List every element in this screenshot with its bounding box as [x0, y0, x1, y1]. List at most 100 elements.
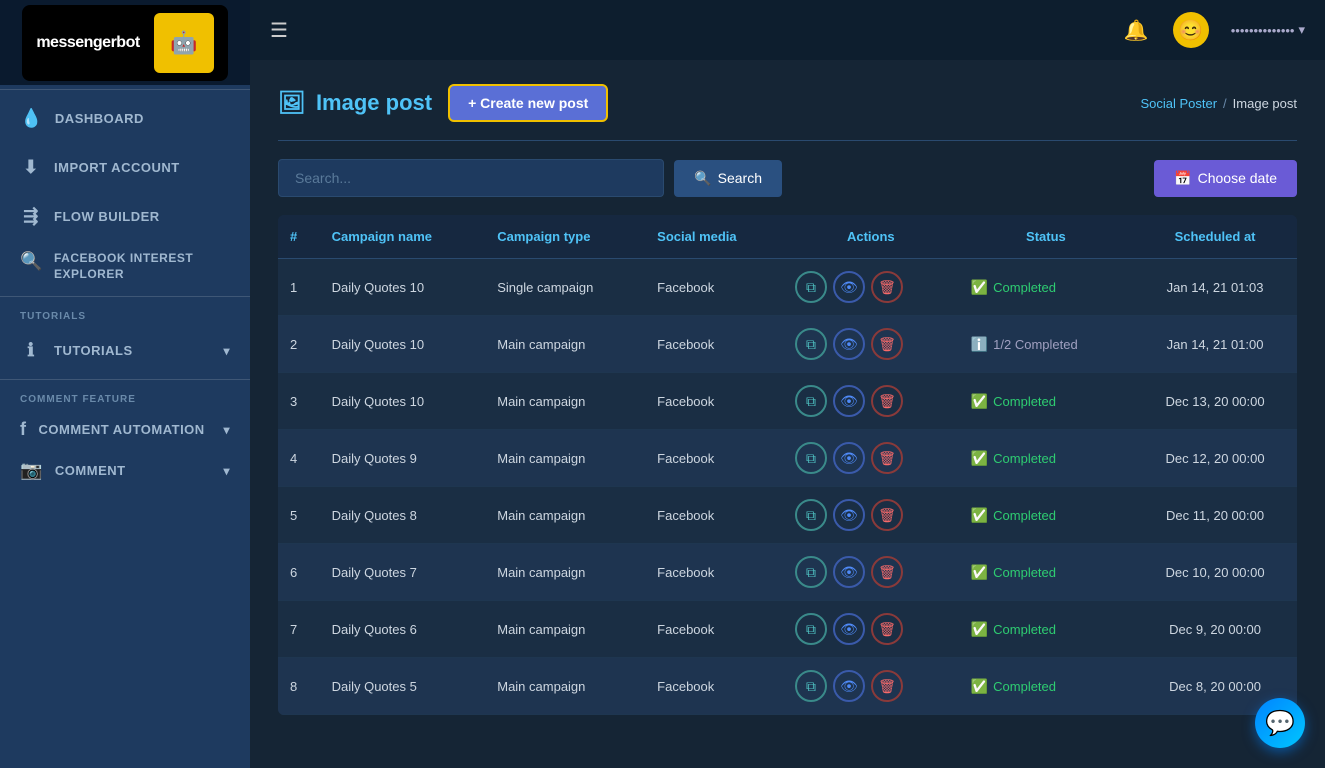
sidebar-item-import-account[interactable]: ⬇ IMPORT ACCOUNT — [0, 143, 250, 192]
actions-cell: ⧉ 👁 🗑 — [795, 385, 947, 417]
sidebar-item-label-facebook-interest: FACEBOOK INTEREST EXPLORER — [54, 251, 230, 282]
status-badge: ✅Completed — [971, 393, 1121, 410]
table-row: 3 Daily Quotes 10 Main campaign Facebook… — [278, 373, 1297, 430]
date-btn-label: Choose date — [1198, 170, 1277, 186]
topbar: ☰ 🔔 😊 •••••••••••••• ▾ — [250, 0, 1325, 60]
search-btn-icon: 🔍 — [694, 170, 711, 187]
delete-button[interactable]: 🗑 — [871, 271, 903, 303]
cell-scheduled: Dec 9, 20 00:00 — [1133, 601, 1297, 658]
topbar-username[interactable]: •••••••••••••• ▾ — [1231, 22, 1305, 38]
sidebar-item-comment[interactable]: 📷 COMMENT ▾ — [0, 450, 250, 491]
cell-campaign-name: Daily Quotes 7 — [320, 544, 486, 601]
comment-automation-icon: f — [20, 419, 27, 440]
create-new-post-button[interactable]: + Create new post — [448, 84, 608, 122]
cell-status: ✅Completed — [959, 601, 1133, 658]
copy-button[interactable]: ⧉ — [795, 556, 827, 588]
delete-button[interactable]: 🗑 — [871, 613, 903, 645]
cell-actions: ⧉ 👁 🗑 — [783, 487, 959, 544]
messenger-fab[interactable]: 💬 — [1255, 698, 1305, 748]
cell-scheduled: Dec 11, 20 00:00 — [1133, 487, 1297, 544]
cell-campaign-type: Main campaign — [485, 601, 645, 658]
sidebar-item-label-dashboard: DASHBOARD — [55, 111, 144, 126]
sidebar-item-dashboard[interactable]: 💧 DASHBOARD — [0, 94, 250, 143]
campaigns-table-container: # Campaign name Campaign type Social med… — [278, 215, 1297, 715]
table-header-row: # Campaign name Campaign type Social med… — [278, 215, 1297, 259]
copy-button[interactable]: ⧉ — [795, 499, 827, 531]
status-badge: ✅Completed — [971, 279, 1121, 296]
cell-social-media: Facebook — [645, 259, 783, 316]
cell-num: 4 — [278, 430, 320, 487]
sidebar-divider-2 — [0, 296, 250, 297]
copy-button[interactable]: ⧉ — [795, 328, 827, 360]
import-icon: ⬇ — [20, 157, 42, 178]
choose-date-button[interactable]: 📅 Choose date — [1154, 160, 1297, 197]
view-button[interactable]: 👁 — [833, 328, 865, 360]
sidebar-item-label-flow: FLOW BUILDER — [54, 209, 160, 224]
view-button[interactable]: 👁 — [833, 499, 865, 531]
status-completed-icon: ✅ — [971, 393, 988, 410]
bell-icon[interactable]: 🔔 — [1124, 18, 1149, 43]
cell-actions: ⧉ 👁 🗑 — [783, 658, 959, 715]
view-button[interactable]: 👁 — [833, 670, 865, 702]
copy-button[interactable]: ⧉ — [795, 442, 827, 474]
status-partial-icon: ℹ️ — [971, 336, 988, 353]
cell-campaign-type: Main campaign — [485, 658, 645, 715]
search-input[interactable] — [278, 159, 664, 197]
delete-button[interactable]: 🗑 — [871, 328, 903, 360]
flow-icon: ⇶ — [20, 206, 42, 227]
cell-social-media: Facebook — [645, 487, 783, 544]
breadcrumb-current: Image post — [1233, 96, 1297, 111]
facebook-interest-label-block: FACEBOOK INTEREST EXPLORER — [54, 251, 230, 282]
cell-num: 1 — [278, 259, 320, 316]
facebook-interest-icon: 🔍 — [20, 251, 42, 272]
status-badge: ✅Completed — [971, 450, 1121, 467]
comment-icon: 📷 — [20, 460, 43, 481]
copy-button[interactable]: ⧉ — [795, 385, 827, 417]
copy-button[interactable]: ⧉ — [795, 670, 827, 702]
sidebar-item-facebook-interest[interactable]: 🔍 FACEBOOK INTEREST EXPLORER — [0, 241, 250, 292]
delete-button[interactable]: 🗑 — [871, 670, 903, 702]
cell-social-media: Facebook — [645, 430, 783, 487]
sidebar-item-flow-builder[interactable]: ⇶ FLOW BUILDER — [0, 192, 250, 241]
view-button[interactable]: 👁 — [833, 271, 865, 303]
cell-social-media: Facebook — [645, 373, 783, 430]
logo-text: messengerbot — [36, 34, 139, 52]
copy-button[interactable]: ⧉ — [795, 271, 827, 303]
delete-button[interactable]: 🗑 — [871, 442, 903, 474]
date-btn-icon: 📅 — [1174, 170, 1191, 187]
delete-button[interactable]: 🗑 — [871, 499, 903, 531]
page-header: 🖼 Image post + Create new post Social Po… — [278, 84, 1297, 122]
cell-campaign-name: Daily Quotes 9 — [320, 430, 486, 487]
cell-campaign-name: Daily Quotes 10 — [320, 259, 486, 316]
view-button[interactable]: 👁 — [833, 385, 865, 417]
sidebar-item-tutorials[interactable]: ℹ TUTORIALS ▾ — [0, 326, 250, 375]
view-button[interactable]: 👁 — [833, 556, 865, 588]
page-content: 🖼 Image post + Create new post Social Po… — [250, 60, 1325, 768]
cell-campaign-name: Daily Quotes 10 — [320, 373, 486, 430]
menu-icon[interactable]: ☰ — [270, 18, 288, 43]
col-header-actions: Actions — [783, 215, 959, 259]
cell-scheduled: Jan 14, 21 01:03 — [1133, 259, 1297, 316]
status-badge: ✅Completed — [971, 621, 1121, 638]
delete-button[interactable]: 🗑 — [871, 385, 903, 417]
status-completed-icon: ✅ — [971, 621, 988, 638]
cell-campaign-name: Daily Quotes 8 — [320, 487, 486, 544]
comment-top-row: 📷 COMMENT ▾ — [20, 460, 230, 481]
cell-social-media: Facebook — [645, 658, 783, 715]
page-title-text: Image post — [316, 90, 432, 116]
view-button[interactable]: 👁 — [833, 613, 865, 645]
cell-actions: ⧉ 👁 🗑 — [783, 373, 959, 430]
copy-button[interactable]: ⧉ — [795, 613, 827, 645]
cell-actions: ⧉ 👁 🗑 — [783, 259, 959, 316]
cell-campaign-type: Main campaign — [485, 316, 645, 373]
avatar[interactable]: 😊 — [1173, 12, 1209, 48]
actions-cell: ⧉ 👁 🗑 — [795, 442, 947, 474]
delete-button[interactable]: 🗑 — [871, 556, 903, 588]
sidebar-item-comment-automation[interactable]: f COMMENT AUTOMATION ▾ — [0, 409, 250, 450]
status-badge: ✅Completed — [971, 564, 1121, 581]
view-button[interactable]: 👁 — [833, 442, 865, 474]
search-button[interactable]: 🔍 Search — [674, 160, 782, 197]
sidebar-section-comment: COMMENT FEATURE — [0, 384, 250, 409]
comment-automation-top-row: f COMMENT AUTOMATION ▾ — [20, 419, 230, 440]
table-row: 7 Daily Quotes 6 Main campaign Facebook … — [278, 601, 1297, 658]
